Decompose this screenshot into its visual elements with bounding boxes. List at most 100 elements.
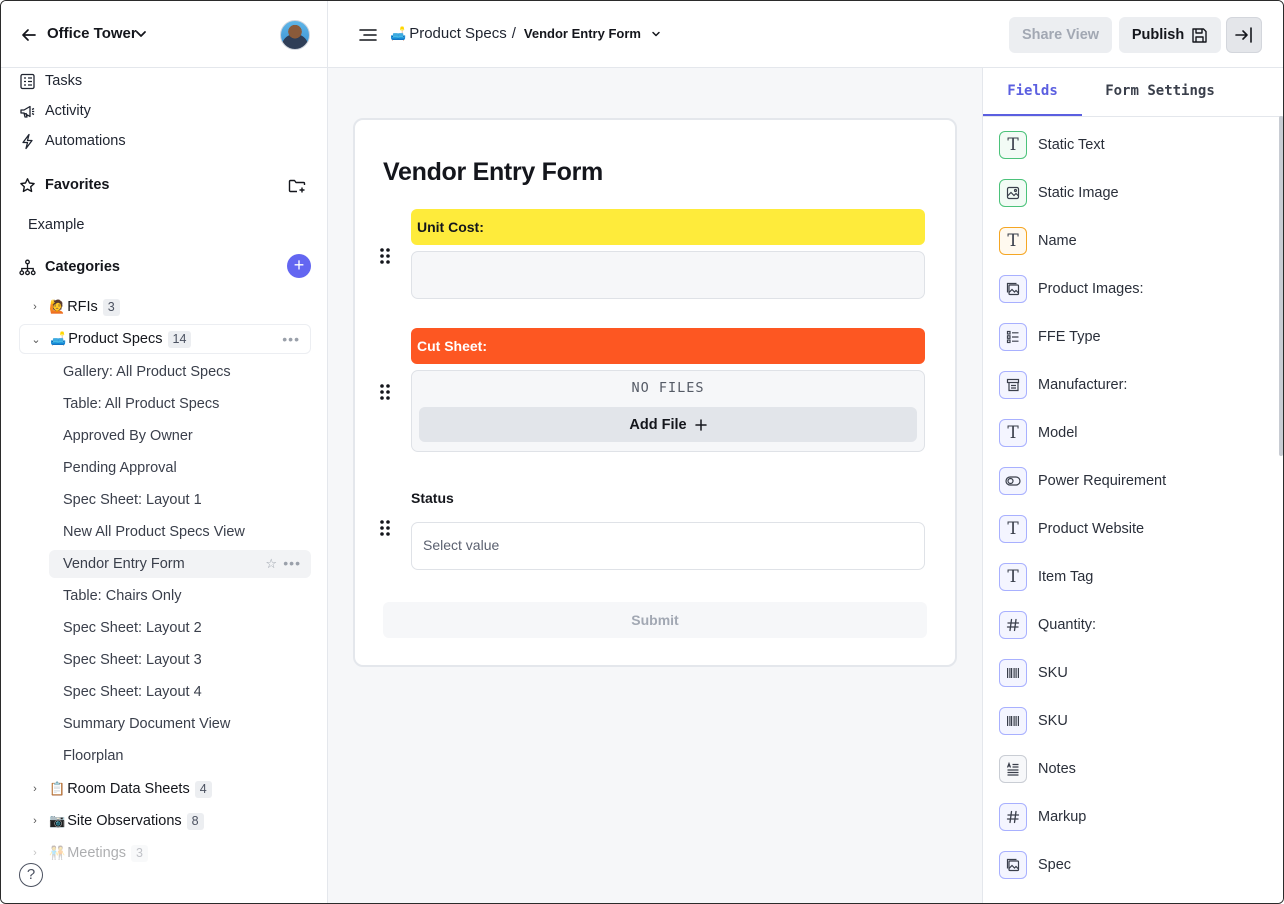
add-file-label: Add File <box>629 416 687 433</box>
field-spec[interactable]: Spec <box>999 851 1071 879</box>
gallery-icon <box>999 851 1027 879</box>
field-sku[interactable]: SKU <box>999 707 1068 735</box>
star-icon <box>20 177 35 192</box>
field-label: Notes <box>1038 761 1076 777</box>
category-room-data-sheets[interactable]: › 📋 Room Data Sheets 4 <box>19 774 311 804</box>
star-icon[interactable]: ☆ <box>265 556 277 572</box>
panel-scrollbar[interactable] <box>1279 116 1283 456</box>
lightning-icon <box>22 133 33 149</box>
field-product-website[interactable]: T Product Website <box>999 515 1144 543</box>
category-product-specs[interactable]: ⌄ 🛋️ Product Specs 14 ••• <box>19 324 311 354</box>
view-item[interactable]: Spec Sheet: Layout 4 <box>49 678 311 706</box>
more-icon[interactable]: ••• <box>282 331 300 347</box>
nav-item-activity[interactable]: Activity <box>19 99 91 123</box>
categories-header[interactable]: Categories <box>19 255 120 279</box>
cut-sheet-label[interactable]: Cut Sheet: <box>411 328 925 364</box>
field-label: Markup <box>1038 809 1087 825</box>
category-rfis[interactable]: › 🙋 RFIs 3 <box>19 292 311 322</box>
unit-cost-input[interactable] <box>411 251 925 299</box>
view-item[interactable]: Spec Sheet: Layout 3 <box>49 646 311 674</box>
add-category-button[interactable]: + <box>287 254 311 278</box>
category-site-observations[interactable]: › 📷 Site Observations 8 <box>19 806 311 836</box>
field-quantity[interactable]: Quantity: <box>999 611 1096 639</box>
breadcrumb: 🛋️ Product Specs / Vendor Entry Form <box>390 25 661 42</box>
text-icon: T <box>999 227 1027 255</box>
text-icon: T <box>999 131 1027 159</box>
share-view-button[interactable]: Share View <box>1009 17 1112 53</box>
list-icon <box>999 323 1027 351</box>
drag-handle-icon[interactable] <box>379 519 391 537</box>
category-emoji: 🧑‍🤝‍🧑 <box>49 845 66 860</box>
breadcrumb-current[interactable]: Vendor Entry Form <box>524 26 641 41</box>
category-meetings[interactable]: › 🧑‍🤝‍🧑 Meetings 3 <box>19 838 311 868</box>
view-item[interactable]: Summary Document View <box>49 710 311 738</box>
nav-item-tasks[interactable]: Tasks <box>19 69 82 93</box>
collapse-panel-button[interactable] <box>1226 17 1262 53</box>
view-item[interactable]: Approved By Owner <box>49 422 311 450</box>
add-file-button[interactable]: Add File <box>419 407 917 442</box>
workspace-title[interactable]: Office Tower <box>47 25 137 42</box>
view-item[interactable]: Gallery: All Product Specs <box>49 358 311 386</box>
count-badge: 8 <box>186 812 204 830</box>
text-icon: T <box>999 419 1027 447</box>
help-button[interactable]: ? <box>19 863 43 887</box>
view-item[interactable]: Floorplan <box>49 742 311 770</box>
view-item[interactable]: Spec Sheet: Layout 2 <box>49 614 311 642</box>
breadcrumb-parent[interactable]: Product Specs <box>409 25 507 42</box>
field-notes[interactable]: Notes <box>999 755 1076 783</box>
text-icon: T <box>999 563 1027 591</box>
arrow-left-icon[interactable] <box>19 25 39 45</box>
arrow-right-to-line-icon <box>1235 27 1252 43</box>
drag-handle-icon[interactable] <box>379 247 391 265</box>
unit-cost-label[interactable]: Unit Cost: <box>411 209 925 245</box>
field-power-requirement[interactable]: Power Requirement <box>999 467 1166 495</box>
field-static-text[interactable]: T Static Text <box>999 131 1105 159</box>
publish-label: Publish <box>1131 27 1185 43</box>
favorites-header[interactable]: Favorites <box>19 173 109 197</box>
view-item-active[interactable]: Vendor Entry Form ☆ ••• <box>49 550 311 578</box>
drag-handle-icon[interactable] <box>379 383 391 401</box>
avatar[interactable] <box>280 20 310 50</box>
field-label: SKU <box>1038 713 1068 729</box>
field-manufacturer[interactable]: Manufacturer: <box>999 371 1127 399</box>
cut-sheet-dropzone[interactable]: NO FILES Add File <box>411 370 925 452</box>
field-static-image[interactable]: Static Image <box>999 179 1119 207</box>
view-item[interactable]: Table: All Product Specs <box>49 390 311 418</box>
form-title[interactable]: Vendor Entry Form <box>383 158 603 187</box>
view-item[interactable]: Pending Approval <box>49 454 311 482</box>
publish-button[interactable]: Publish <box>1119 17 1221 53</box>
form-card: Vendor Entry Form Unit Cost: Cut Sheet: … <box>353 118 957 667</box>
status-select[interactable]: Select value <box>411 522 925 570</box>
category-emoji: 📷 <box>49 813 66 828</box>
hash-icon <box>999 803 1027 831</box>
category-emoji: 📋 <box>49 781 66 796</box>
favorite-item-example[interactable]: Example <box>28 217 84 233</box>
folder-add-icon[interactable] <box>287 176 307 196</box>
field-label: SKU <box>1038 665 1068 681</box>
field-ffe-type[interactable]: FFE Type <box>999 323 1101 351</box>
field-sku[interactable]: SKU <box>999 659 1068 687</box>
field-markup[interactable]: Markup <box>999 803 1086 831</box>
view-item[interactable]: New All Product Specs View <box>49 518 311 546</box>
breadcrumb-separator: / <box>511 25 516 42</box>
field-name[interactable]: T Name <box>999 227 1077 255</box>
gallery-icon <box>999 275 1027 303</box>
view-item[interactable]: Table: Chairs Only <box>49 582 311 610</box>
no-files-text: NO FILES <box>631 380 705 396</box>
field-model[interactable]: T Model <box>999 419 1078 447</box>
menu-icon[interactable] <box>358 25 378 45</box>
tab-form-settings[interactable]: Form Settings <box>1095 68 1225 116</box>
submit-button[interactable]: Submit <box>383 602 927 638</box>
nav-item-automations[interactable]: Automations <box>19 129 126 153</box>
chevron-down-icon[interactable] <box>651 29 661 39</box>
more-icon[interactable]: ••• <box>283 555 301 571</box>
field-product-images[interactable]: Product Images: <box>999 275 1144 303</box>
tab-fields[interactable]: Fields <box>983 68 1082 116</box>
field-item-tag[interactable]: T Item Tag <box>999 563 1093 591</box>
sidebar: Office Tower Tasks Activity Automations … <box>1 1 328 903</box>
status-label: Status <box>411 490 454 506</box>
chevron-down-icon[interactable] <box>134 27 148 41</box>
stack-icon <box>999 371 1027 399</box>
view-item[interactable]: Spec Sheet: Layout 1 <box>49 486 311 514</box>
barcode-icon <box>999 707 1027 735</box>
